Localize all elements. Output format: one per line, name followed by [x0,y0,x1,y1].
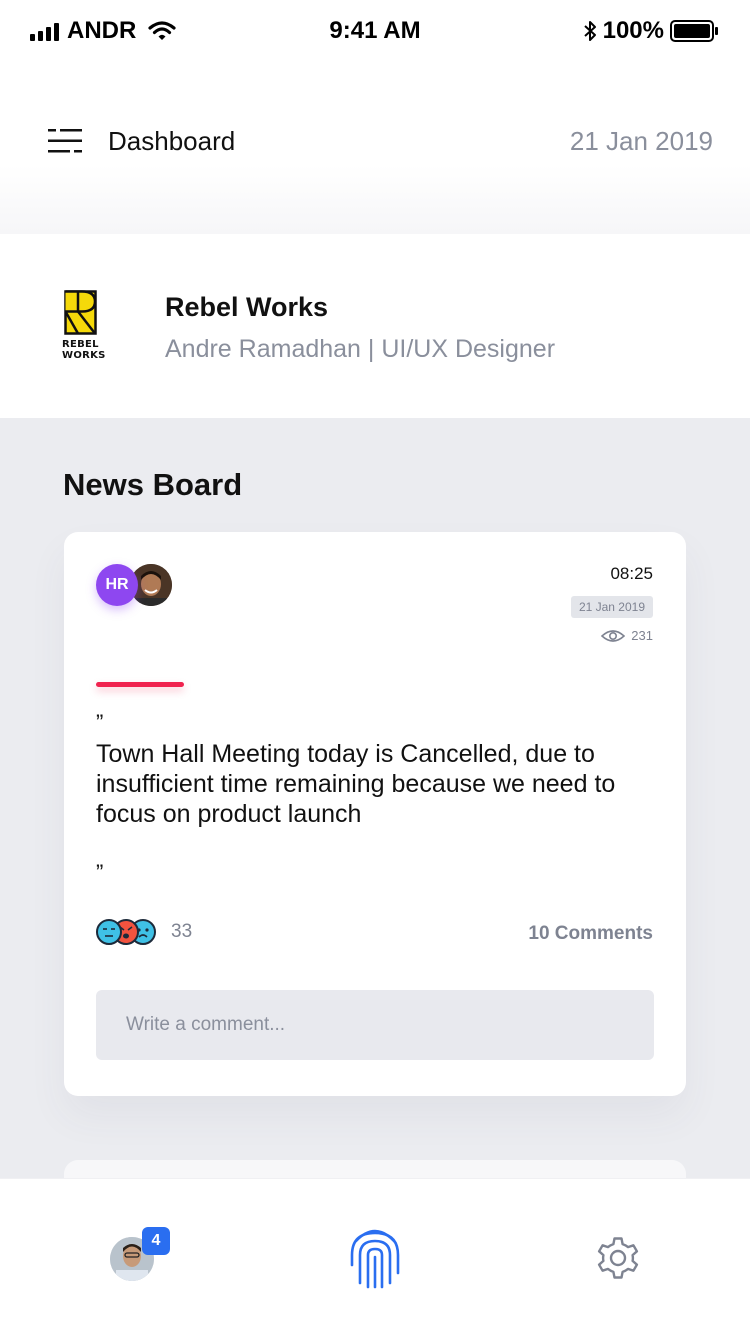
views-count: 231 [631,628,653,643]
quote-open: ” [96,710,104,735]
unamused-emoji-icon [96,919,122,945]
company-logo: REBEL WORKS [62,290,116,366]
hr-avatar: HR [96,564,138,606]
post-time: 08:25 [610,564,653,583]
page-title: Dashboard [108,126,236,156]
news-post-card: HR 08:25 21 Jan 2019 231 ” Town Hall Mee… [64,532,686,1096]
header-date: 21 Jan 2019 [569,126,713,156]
company-card[interactable]: REBEL WORKS Rebel Works Andre Ramadhan |… [0,234,750,418]
bluetooth-icon [583,21,596,41]
reaction-count: 33 [171,921,193,942]
tab-bar: 4 [0,1178,750,1334]
status-right: 100% [583,17,720,45]
status-bar: ANDR 9:41 AM 100% [0,0,750,62]
battery-icon [670,20,718,42]
app-header: Dashboard 21 Jan 2019 [0,62,750,234]
post-meta: 08:25 21 Jan 2019 231 [570,564,653,643]
company-subtitle: Andre Ramadhan | UI/UX Designer [165,335,556,363]
logo-wordmark: REBEL WORKS [62,339,106,361]
comment-input[interactable] [96,990,654,1060]
company-name: Rebel Works [165,292,329,322]
post-message: Town Hall Meeting today is Cancelled, du… [96,740,616,828]
eye-icon [601,629,626,642]
accent-divider [96,682,184,687]
gear-icon[interactable] [594,1234,642,1282]
post-author-avatars[interactable]: HR [96,564,176,608]
battery-label: 100% [602,17,664,44]
post-views: 231 [571,628,653,643]
menu-icon[interactable] [48,128,82,154]
reactions[interactable]: 33 [96,919,192,945]
notification-badge: 4 [142,1227,170,1255]
rebel-works-logo-icon [64,290,97,335]
fingerprint-icon[interactable] [348,1225,402,1289]
quote-close: ” [96,860,104,885]
comments-link[interactable]: 10 Comments [528,923,653,945]
post-date-badge: 21 Jan 2019 [570,596,653,618]
news-board-title: News Board [63,467,243,502]
